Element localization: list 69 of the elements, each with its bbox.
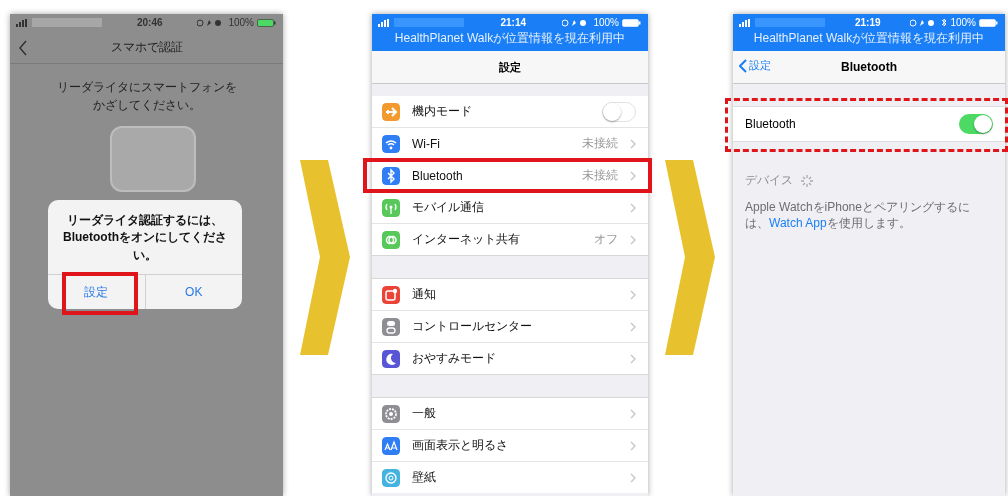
status-time: 21:19 [853,17,882,28]
nav-title: スマホで認証 [110,38,183,56]
instruction-text: リーダライタにスマートフォンを [56,79,237,96]
row-value: オフ [594,231,618,248]
row-value: 未接続 [582,167,618,184]
chevron-right-icon [630,234,636,245]
battery-icon [257,18,277,27]
row-label: 壁紙 [412,469,437,486]
chevron-right-icon [630,408,636,419]
settings-row[interactable]: 壁紙 [372,461,648,493]
row-label: おやすみモード [412,350,497,367]
row-label: 機内モード [412,103,473,120]
row-value: 未接続 [582,135,618,152]
settings-row[interactable]: モバイル通信 [372,191,648,223]
alert-message: リーダライタ認証するには、Bluetoothをオンにしてください。 [62,212,228,264]
carrier-placeholder [32,18,102,27]
row-label: インターネット共有 [412,231,521,248]
toggle-switch[interactable] [602,101,636,122]
row-label: Wi-Fi [412,136,441,151]
nav-title: 設定 [499,59,521,75]
toggle-switch[interactable] [959,114,993,134]
row-label: 画面表示と明るさ [412,437,509,454]
chevron-right-icon [630,289,636,300]
alert-button[interactable]: OK [144,275,242,310]
row-label: モバイル通信 [412,199,485,216]
row-label: コントロールセンター [412,318,533,335]
battery-percent: 100% [593,17,619,28]
settings-row[interactable]: 画面表示と明るさ [372,429,648,461]
row-label: 一般 [412,405,437,422]
row-label: Bluetooth [745,117,797,131]
carrier-placeholder [755,18,825,27]
back-chevron-icon [739,58,747,73]
nav-title: Bluetooth [841,60,897,74]
battery-percent: 100% [950,17,976,28]
spinner-icon [801,174,813,187]
row-label: 通知 [412,286,437,303]
settings-row[interactable]: 機内モード [372,96,648,127]
alert-button[interactable]: 設定 [48,275,145,310]
back-chevron-icon [18,40,28,56]
back-button[interactable]: 設定 [739,58,771,73]
chevron-right-icon [630,321,636,332]
chevron-right-icon [630,202,636,213]
signal-icon [378,18,390,27]
chevron-right-icon [630,472,636,483]
settings-row[interactable]: おやすみモード [372,342,648,374]
watch-app-link[interactable]: Watch App [769,216,827,231]
carrier-placeholder [394,18,464,27]
status-time: 20:46 [135,17,164,28]
battery-percent: 100% [228,17,254,28]
settings-row[interactable]: コントロールセンター [372,310,648,342]
pairing-note: Apple WatchをiPhoneとペアリングするには、Watch Appを使用します。 [745,199,971,232]
settings-row[interactable]: Wi-Fi 未接続 [372,127,648,159]
settings-row[interactable]: 一般 [372,398,648,429]
battery-icon [979,18,999,27]
location-status-text: HealthPlanet Walkが位置情報を現在利用中 [394,31,626,45]
chevron-right-icon [630,138,636,149]
instruction-text: かざしてください。 [92,97,201,114]
settings-row[interactable]: インターネット共有 オフ [372,223,648,255]
chevron-right-icon [630,170,636,181]
status-time: 21:14 [499,17,527,28]
chevron-right-icon [630,440,636,451]
section-label: デバイス [745,172,793,189]
settings-row[interactable]: 通知 [372,279,648,310]
signal-icon [16,18,28,27]
signal-icon [739,18,751,27]
location-status-text: HealthPlanet Walkが位置情報を現在利用中 [753,31,985,45]
row-label: Bluetooth [412,168,464,183]
battery-icon [622,18,642,27]
chevron-right-icon [630,353,636,364]
